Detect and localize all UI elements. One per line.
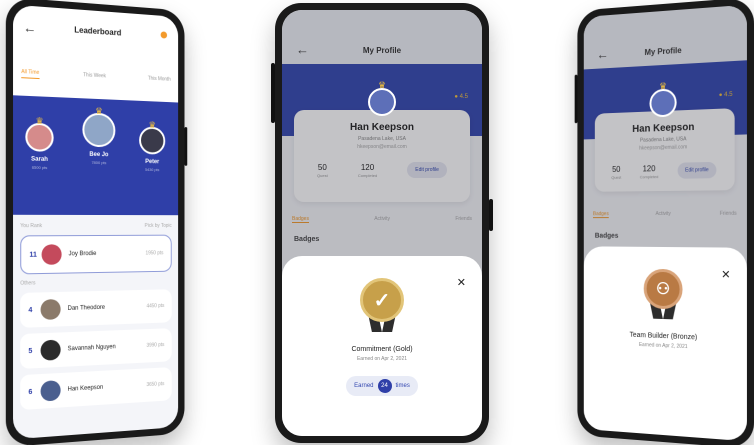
leaderboard-header: ← Leaderboard All Time This Week This Mo… (13, 4, 179, 103)
rank-number: 4 (28, 306, 33, 314)
profile-screen: ← My Profile ♛ ● 4.5 Han Keepson Pasaden… (282, 10, 482, 436)
user-points: 1950 pts (145, 250, 164, 257)
volume-button (271, 63, 275, 123)
podium-name: Sarah (31, 156, 48, 163)
crown-icon: ♛ (377, 80, 387, 90)
volume-button (574, 74, 578, 124)
earned-suffix: times (395, 383, 410, 389)
avatar (40, 339, 61, 361)
crown-icon: ♛ (659, 80, 667, 92)
badge-title: Commitment (Gold) (351, 346, 413, 353)
crown-icon: ♛ (95, 105, 103, 117)
rank-number: 6 (28, 388, 33, 396)
rank-number: 5 (28, 347, 33, 355)
leaderboard-screen: ← Leaderboard All Time This Week This Mo… (13, 4, 179, 440)
leaderboard-list: You Rank Pick by Topic 11 Joy Brodie 195… (13, 215, 178, 425)
avatar (41, 244, 62, 265)
tab-this-month[interactable]: This Month (148, 76, 171, 86)
avatar: ♛ (25, 116, 54, 152)
power-button (489, 199, 493, 231)
rank-number: 11 (29, 251, 37, 259)
user-name: Savannah Nguyen (67, 344, 116, 353)
topic-filter-link[interactable]: Pick by Topic (145, 223, 172, 229)
podium: ♛ Sarah 6500 pts ♛ Bee Jo 7800 pts ♛ Pet… (13, 95, 179, 216)
leaderboard-phone: ← Leaderboard All Time This Week This Mo… (5, 0, 188, 445)
profile-phone-bronze: ← My Profile ♛ ● 4.5 Han Keepson Pasaden… (574, 0, 754, 445)
table-row[interactable]: 4 Dan Theodore 4450 pts (20, 289, 172, 328)
crown-icon: ♛ (148, 119, 157, 130)
podium-points: 5430 pts (145, 166, 160, 173)
check-icon: ✓ (360, 278, 404, 322)
podium-user-third[interactable]: ♛ Peter 5430 pts (135, 120, 169, 173)
table-row[interactable]: 5 Savannah Nguyen 3990 pts (20, 328, 172, 369)
close-icon[interactable]: ✕ (721, 268, 730, 281)
user-points: 4450 pts (146, 303, 165, 310)
podium-points: 6500 pts (31, 164, 48, 171)
my-rank-label: You Rank (20, 223, 43, 230)
avatar: ♛ (82, 106, 116, 148)
avatar (40, 380, 61, 402)
notification-dot-icon[interactable] (160, 31, 168, 39)
table-row[interactable]: 6 Han Keepson 3650 pts (20, 367, 172, 411)
others-label: Others (20, 280, 36, 287)
bronze-medal-icon: ⚇ (643, 268, 683, 324)
user-points: 3990 pts (146, 342, 165, 349)
badge-detail-sheet: ✕ ✓ Commitment (Gold) Earned on Apr 2, 2… (282, 256, 482, 436)
team-icon: ⚇ (643, 268, 683, 310)
earned-count-pill: Earned 24 times (346, 376, 418, 396)
podium-points: 7800 pts (91, 159, 107, 166)
my-rank-row[interactable]: 11 Joy Brodie 1950 pts (20, 234, 172, 275)
profile-phone-gold: ← My Profile ♛ ● 4.5 Han Keepson Pasaden… (271, 3, 493, 443)
profile-screen: ← My Profile ♛ ● 4.5 Han Keepson Pasaden… (583, 4, 747, 442)
power-button (184, 127, 188, 166)
user-points: 3650 pts (146, 381, 165, 389)
podium-name: Bee Jo (89, 151, 109, 159)
avatar[interactable]: ♛ (368, 80, 396, 116)
earned-count: 24 (377, 379, 392, 393)
earned-prefix: Earned (354, 383, 374, 389)
badge-detail-sheet: ✕ ⚇ Team Builder (Bronze) Earned on Apr … (583, 246, 747, 442)
leaderboard-tabs: All Time This Week This Month (21, 68, 171, 86)
gold-medal-icon: ✓ (360, 278, 404, 336)
badge-date: Earned on Apr 2, 2021 (356, 356, 408, 362)
page-title: Leaderboard (74, 25, 122, 38)
avatar: ♛ (139, 120, 166, 155)
crown-icon: ♛ (35, 115, 44, 127)
tab-all-time[interactable]: All Time (21, 68, 40, 80)
user-name: Dan Theodore (67, 304, 106, 312)
tab-this-week[interactable]: This Week (83, 72, 106, 82)
user-name: Han Keepson (67, 384, 104, 393)
avatar (40, 299, 61, 320)
user-name: Joy Brodie (68, 251, 97, 258)
podium-user-second[interactable]: ♛ Sarah 6500 pts (21, 116, 57, 171)
list-meta: You Rank Pick by Topic (20, 223, 171, 229)
podium-user-first[interactable]: ♛ Bee Jo 7800 pts (77, 106, 120, 166)
close-icon[interactable]: ✕ (457, 276, 466, 289)
podium-name: Peter (145, 159, 160, 166)
